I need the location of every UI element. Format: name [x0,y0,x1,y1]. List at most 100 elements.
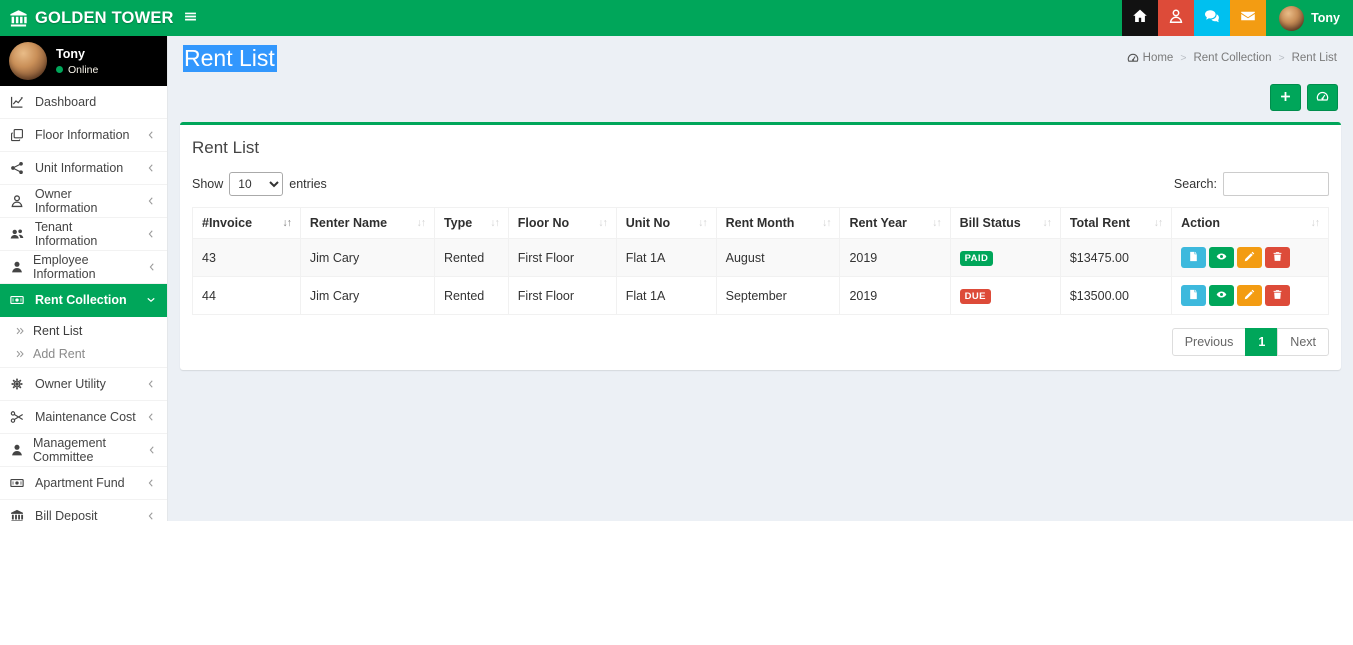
table-search: Search: [1174,172,1329,196]
angle-left-icon [146,412,157,422]
brand-logo[interactable]: GOLDEN TOWER [0,0,168,36]
sidebar-subitem-add-rent[interactable]: Add Rent [0,342,167,365]
file-icon [1188,288,1199,303]
sidebar-item-unit-information[interactable]: Unit Information [0,152,167,185]
sidebar-item-tenant-information[interactable]: Tenant Information [0,218,167,251]
status-badge: PAID [960,251,994,266]
bill-status-cell: PAID [950,239,1060,277]
dashboard-button[interactable] [1307,84,1338,111]
panel-title: Rent List [192,138,1329,158]
sidebar-item-management-committee[interactable]: Management Committee [0,434,167,467]
share-nodes-icon [10,161,26,175]
page-button-1[interactable]: 1 [1245,328,1278,356]
sidebar-item-label: Management Committee [33,436,138,464]
view-button[interactable] [1209,247,1234,268]
sidebar-item-dashboard[interactable]: Dashboard [0,86,167,119]
rent-list-panel: Rent List Show 10 entries Search: #Invoi… [180,122,1341,370]
sidebar-item-bill-deposit[interactable]: Bill Deposit [0,500,167,521]
angle-left-icon [147,445,157,455]
sidebar-item-employee-information[interactable]: Employee Information [0,251,167,284]
table-cell: First Floor [508,239,616,277]
invoice-button[interactable] [1181,247,1206,268]
breadcrumb-item-rent-list: Rent List [1271,52,1337,64]
brand-name: GOLDEN TOWER [35,9,174,28]
column-header-unit-no[interactable]: Unit No↓↑ [616,208,716,239]
total-rent-cell: $13475.00 [1060,239,1171,277]
sidebar-item-rent-collection[interactable]: Rent Collection [0,284,167,317]
money-icon [10,293,26,307]
sidebar-subitem-rent-list[interactable]: Rent List [0,319,167,342]
table-cell: September [716,277,840,315]
column-header-rent-year[interactable]: Rent Year ↓↑ [840,208,950,239]
edit-button[interactable] [1237,247,1262,268]
sort-icon: ↓↑ [1042,217,1051,229]
sidebar-item-maintenance-cost[interactable]: Maintenance Cost [0,401,167,434]
topnav-users-button[interactable] [1158,0,1194,36]
sidebar-item-owner-utility[interactable]: Owner Utility [0,368,167,401]
total-rent-cell: $13500.00 [1060,277,1171,315]
pencil-icon [1244,288,1255,303]
sort-icon: ↓↑ [698,217,707,229]
envelope-icon [1240,8,1256,29]
column-header-action[interactable]: Action↓↑ [1172,208,1329,239]
copy-icon [10,128,26,142]
angle-left-icon [146,196,157,206]
sort-icon: ↓↑ [932,217,941,229]
breadcrumb-item-home[interactable]: Home [1127,52,1174,64]
view-button[interactable] [1209,285,1234,306]
angle-double-right-icon [15,349,26,359]
breadcrumb-item-rent-collection[interactable]: Rent Collection [1173,52,1271,64]
add-button[interactable] [1270,84,1301,111]
table-row: 43Jim CaryRentedFirst FloorFlat 1AAugust… [193,239,1329,277]
invoice-button[interactable] [1181,285,1206,306]
topnav-mail-button[interactable] [1230,0,1266,36]
user-outline-icon [10,194,26,208]
sort-icon: ↓↑ [1154,217,1163,229]
table-cell: Rented [434,239,508,277]
previous-page-button[interactable]: Previous [1172,328,1247,356]
search-input[interactable] [1223,172,1329,196]
delete-button[interactable] [1265,285,1290,306]
column-header-floor-no[interactable]: Floor No↓↑ [508,208,616,239]
column-header-total-rent[interactable]: Total Rent↓↑ [1060,208,1171,239]
sidebar-subitem-label: Add Rent [33,347,85,361]
page-length-select[interactable]: 10 [229,172,283,196]
user-icon [1168,8,1184,29]
home-icon [1132,8,1148,29]
angle-left-icon [146,511,157,521]
sidebar-item-apartment-fund[interactable]: Apartment Fund [0,467,167,500]
sidebar-item-owner-information[interactable]: Owner Information [0,185,167,218]
topnav-messages-button[interactable] [1194,0,1230,36]
next-page-button[interactable]: Next [1277,328,1329,356]
column-header-renter-name[interactable]: Renter Name↓↑ [300,208,434,239]
online-status-dot [56,66,63,73]
delete-button[interactable] [1265,247,1290,268]
sidebar-item-label: Maintenance Cost [35,410,136,424]
pagination: Previous1Next [192,328,1329,356]
sidebar-item-label: Owner Utility [35,377,106,391]
edit-button[interactable] [1237,285,1262,306]
hamburger-icon [183,9,198,27]
column-header-type[interactable]: Type↓↑ [434,208,508,239]
column-header-label: Rent Year [849,216,906,230]
sidebar-subitem-label: Rent List [33,324,82,338]
column-header-label: Floor No [518,216,569,230]
angle-left-icon [147,262,157,272]
column-header-bill-status[interactable]: Bill Status↓↑ [950,208,1060,239]
column-header-rent-month[interactable]: Rent Month↓↑ [716,208,840,239]
topnav-home-button[interactable] [1122,0,1158,36]
sidebar-item-label: Rent Collection [35,293,127,307]
table-cell: Jim Cary [300,277,434,315]
user-name: Tony [1311,11,1340,25]
user-menu[interactable]: Tony [1266,0,1353,36]
column-header-invoice[interactable]: #Invoice↓↑ [193,208,301,239]
breadcrumb-label: Home [1143,52,1174,64]
sidebar-toggle-button[interactable] [168,0,212,36]
action-cell [1172,239,1329,277]
plus-icon [1279,90,1292,106]
sidebar-item-floor-information[interactable]: Floor Information [0,119,167,152]
user-avatar [9,42,47,80]
angle-down-icon [146,295,157,305]
table-cell: Flat 1A [616,239,716,277]
sidebar-menu: DashboardFloor InformationUnit Informati… [0,86,167,521]
